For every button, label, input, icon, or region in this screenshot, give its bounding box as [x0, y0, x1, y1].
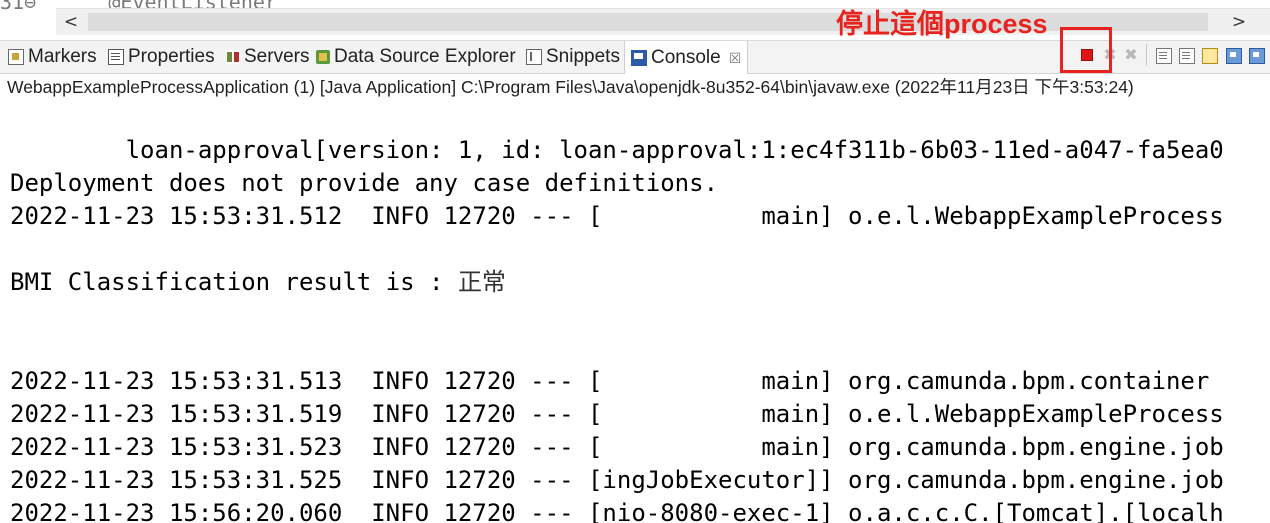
close-tab-icon[interactable]: ☒: [729, 42, 742, 74]
console-line: 2022-11-23 15:56:20.060 INFO 12720 --- […: [10, 499, 1224, 523]
annotation-highlight-box: [1060, 27, 1112, 73]
tab-data-source-explorer[interactable]: Data Source Explorer: [316, 41, 516, 73]
properties-icon: [108, 49, 124, 65]
console-line: 2022-11-23 15:53:31.513 INFO 12720 --- […: [10, 367, 1210, 395]
tab-console[interactable]: Console ☒: [624, 41, 749, 74]
scroll-left-arrow-icon[interactable]: <: [60, 9, 82, 35]
console-line: 2022-11-23 15:53:31.523 INFO 12720 --- […: [10, 433, 1224, 461]
tab-properties[interactable]: Properties: [108, 41, 215, 73]
tab-data-source-explorer-label: Data Source Explorer: [334, 46, 516, 67]
display-selected-console-icon[interactable]: [1249, 48, 1265, 64]
console-output[interactable]: loan-approval[version: 1, id: loan-appro…: [0, 100, 1270, 523]
annotation-label: 停止這個process: [836, 9, 1048, 39]
console-line: Deployment does not provide any case def…: [10, 169, 719, 197]
scroll-lock-icon[interactable]: [1179, 48, 1195, 64]
tab-servers-label: Servers: [244, 46, 310, 67]
tab-markers-label: Markers: [28, 46, 97, 67]
bmi-result: 正常: [457, 268, 506, 296]
console-line-bmi: BMI Classification result is : 正常: [10, 267, 506, 297]
tab-properties-label: Properties: [128, 46, 215, 67]
scroll-right-arrow-icon[interactable]: >: [1228, 9, 1250, 35]
console-line: loan-approval[version: 1, id: loan-appro…: [10, 136, 1224, 164]
clear-console-icon[interactable]: [1156, 48, 1172, 64]
data-source-explorer-icon: [316, 50, 330, 64]
console-line: 2022-11-23 15:53:31.519 INFO 12720 --- […: [10, 400, 1224, 428]
tab-snippets[interactable]: Snippets: [526, 41, 620, 73]
snippets-icon: [526, 49, 542, 65]
tab-servers[interactable]: Servers: [226, 41, 309, 73]
pin-console-icon[interactable]: [1226, 48, 1242, 64]
bmi-label: BMI Classification result is :: [10, 268, 458, 296]
console-line: 2022-11-23 15:53:31.525 INFO 12720 --- […: [10, 466, 1224, 494]
servers-icon: [226, 50, 240, 64]
launch-description: WebappExampleProcessApplication (1) [Jav…: [7, 77, 1134, 97]
console-line: 2022-11-23 15:53:31.512 INFO 12720 --- […: [10, 202, 1224, 230]
tab-snippets-label: Snippets: [546, 46, 620, 67]
console-icon: [631, 49, 647, 66]
tab-markers[interactable]: Markers: [8, 41, 97, 73]
remove-all-terminated-icon[interactable]: ✖: [1124, 47, 1138, 63]
markers-icon: [8, 49, 24, 65]
toolbar-separator: [1146, 44, 1147, 66]
tab-console-label: Console: [651, 46, 721, 68]
word-wrap-icon[interactable]: [1202, 48, 1218, 64]
